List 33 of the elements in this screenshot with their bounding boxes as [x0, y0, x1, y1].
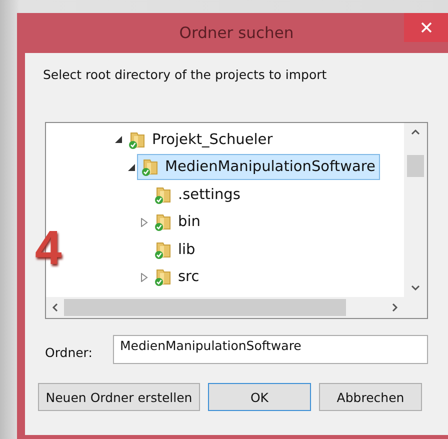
close-icon	[420, 22, 432, 33]
close-button[interactable]	[404, 13, 448, 42]
folder-input[interactable]: MedienManipulationSoftware	[113, 335, 428, 364]
folder-icon	[153, 267, 173, 288]
vertical-scrollbar[interactable]	[404, 123, 427, 297]
tree-item[interactable]: .settings	[150, 182, 246, 208]
folder-icon	[153, 184, 173, 205]
dialog-button[interactable]: Neuen Ordner erstellen	[38, 383, 200, 411]
instruction-text: Select root directory of the projects to import	[43, 67, 327, 82]
tree-item[interactable]: MedienManipulationSoftware	[137, 154, 380, 180]
collapsed-arrow-icon[interactable]	[140, 272, 148, 282]
collapsed-arrow-icon[interactable]	[140, 218, 148, 227]
scroll-right-icon[interactable]	[392, 303, 398, 312]
scroll-thumb[interactable]	[64, 299, 346, 316]
folder-label: Ordner:	[45, 345, 94, 360]
folder-icon	[153, 240, 173, 260]
tree-item[interactable]: src	[150, 264, 204, 290]
dialog-button[interactable]: OK	[208, 383, 311, 411]
folder-icon	[127, 130, 147, 150]
tree-item[interactable]: Projekt_Schueler	[124, 126, 278, 153]
scroll-thumb[interactable]	[407, 155, 424, 177]
scroll-left-icon[interactable]	[52, 303, 58, 312]
horizontal-scrollbar[interactable]	[46, 297, 404, 318]
scroll-up-icon[interactable]	[411, 129, 420, 135]
dialog-button[interactable]: Abbrechen	[319, 383, 422, 411]
tree-item[interactable]: bin	[150, 209, 206, 236]
expanded-arrow-icon[interactable]	[114, 136, 122, 144]
window-title: Ordner suchen	[179, 24, 294, 42]
folder-icon	[140, 157, 160, 178]
expanded-arrow-icon[interactable]	[128, 164, 134, 171]
scroll-down-icon[interactable]	[411, 285, 420, 291]
tree-item[interactable]: lib	[150, 236, 200, 263]
folder-icon	[153, 212, 173, 232]
